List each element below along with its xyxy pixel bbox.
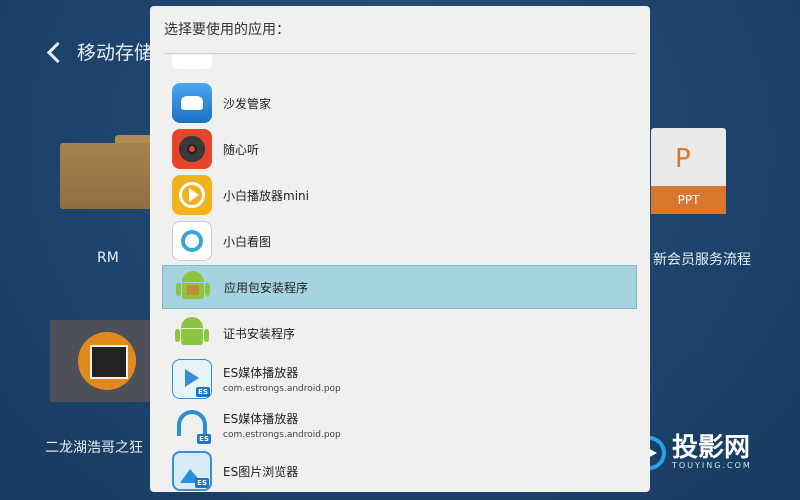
ppt-badge: PPT: [651, 186, 726, 214]
app-name: 证书安装程序: [223, 326, 296, 341]
movie-file-label: 二龙湖浩哥之狂: [45, 440, 143, 456]
app-row-player-mini[interactable]: 小白播放器mini: [162, 173, 637, 217]
app-chooser-dialog: 选择要使用的应用： 沙发管家 随心听 小白播放器mini 小白看图 应用包安装程…: [150, 6, 650, 492]
movie-file-icon[interactable]: [50, 320, 155, 402]
app-name: 小白播放器mini: [223, 188, 309, 203]
app-name: 应用包安装程序: [224, 280, 309, 295]
app-row-cert-installer[interactable]: 证书安装程序: [162, 311, 637, 355]
app-package: com.estrongs.android.pop: [223, 384, 341, 394]
image-viewer-icon: [172, 221, 212, 261]
app-name: ES媒体播放器: [223, 412, 299, 426]
storage-header: 移动存储: [46, 38, 154, 65]
app-row-package-installer[interactable]: 应用包安装程序: [162, 265, 637, 309]
app-name: ES图片浏览器: [223, 464, 299, 479]
app-row-es-media-1[interactable]: ES ES媒体播放器 com.estrongs.android.pop: [162, 357, 637, 401]
es-video-icon: ES: [172, 359, 212, 399]
app-name: ES媒体播放器: [223, 366, 299, 380]
folder-label: RM: [97, 250, 119, 266]
app-row-es-media-2[interactable]: ES ES媒体播放器 com.estrongs.android.pop: [162, 403, 637, 447]
app-row-sofa[interactable]: 沙发管家: [162, 81, 637, 125]
app-name: 小白看图: [223, 234, 272, 249]
header-title: 移动存储: [77, 42, 154, 64]
android-icon: [173, 267, 213, 307]
app-name: 沙发管家: [223, 96, 272, 111]
app-list[interactable]: 沙发管家 随心听 小白播放器mini 小白看图 应用包安装程序 证书安装程序 E…: [150, 55, 650, 492]
app-name: 随心听: [223, 142, 260, 157]
watermark-name: 投影网: [672, 433, 751, 463]
ppt-file-icon[interactable]: P PPT: [651, 128, 726, 214]
ppt-file-label: 新会员服务流程: [653, 252, 751, 268]
android-icon: [172, 313, 212, 353]
watermark-domain: TOUYING.COM: [672, 461, 752, 470]
dialog-title: 选择要使用的应用：: [164, 22, 290, 38]
play-icon: [172, 175, 212, 215]
app-package: com.estrongs.android.pop: [223, 430, 341, 440]
title-divider: [164, 53, 636, 54]
back-arrow-icon[interactable]: [46, 41, 69, 64]
es-headphone-icon: ES: [172, 405, 212, 445]
app-row-suixinting[interactable]: 随心听: [162, 127, 637, 171]
app-row-image-viewer[interactable]: 小白看图: [162, 219, 637, 263]
app-icon-partial: [172, 55, 212, 69]
app-row[interactable]: [162, 55, 637, 71]
sofa-icon: [172, 83, 212, 123]
app-row-es-gallery[interactable]: ES ES图片浏览器: [162, 449, 637, 492]
record-icon: [172, 129, 212, 169]
folder-icon[interactable]: [60, 135, 160, 209]
es-gallery-icon: ES: [172, 451, 212, 491]
